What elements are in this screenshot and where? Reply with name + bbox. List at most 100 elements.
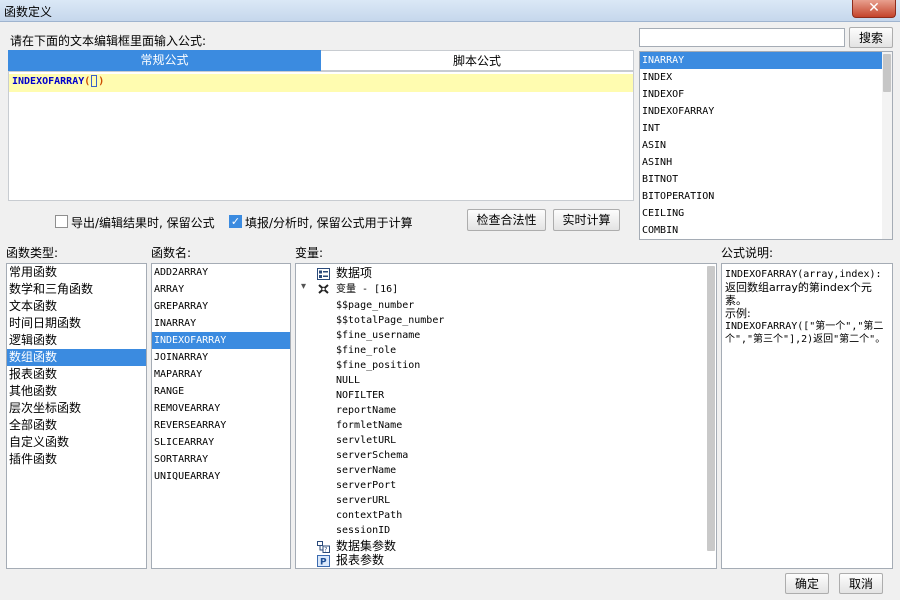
export-keep-label: 导出/编辑结果时, 保留公式 bbox=[71, 216, 215, 230]
function-name-item[interactable]: ARRAY bbox=[152, 281, 290, 298]
function-search-item[interactable]: BITNOT bbox=[640, 171, 892, 188]
category-item[interactable]: 常用函数 bbox=[7, 264, 146, 281]
function-name-item[interactable]: GREPARRAY bbox=[152, 298, 290, 315]
tab-script-formula[interactable]: 脚本公式 bbox=[321, 50, 634, 71]
tree-variable-item-label: serverSchema bbox=[336, 450, 409, 461]
function-name-item[interactable]: INARRAY bbox=[152, 315, 290, 332]
scrollbar-thumb[interactable] bbox=[707, 266, 715, 551]
tree-variable-item[interactable]: sessionID bbox=[336, 522, 390, 537]
function-search-item[interactable]: CEILING bbox=[640, 205, 892, 222]
tree-variable-item[interactable]: serverURL bbox=[336, 492, 390, 507]
fill-keep-checkbox[interactable]: ✓ bbox=[229, 215, 242, 228]
tree-variable-item-label: $fine_username bbox=[336, 330, 421, 341]
tree-variable-group[interactable]: 变量 - [16] bbox=[336, 281, 398, 296]
window-title: 函数定义 bbox=[4, 5, 53, 19]
tree-variable-item-label: NOFILTER bbox=[336, 390, 385, 401]
ok-button[interactable]: 确定 bbox=[785, 573, 829, 594]
tree-variable-item-label: serverName bbox=[336, 465, 397, 476]
tree-dataset-params[interactable]: 数据集参数 bbox=[336, 539, 396, 554]
category-item[interactable]: 自定义函数 bbox=[7, 434, 146, 451]
tree-variable-item-label: serverPort bbox=[336, 480, 397, 491]
tree-variable-item[interactable]: NOFILTER bbox=[336, 387, 384, 402]
function-name-list[interactable]: ADD2ARRAY ARRAY GREPARRAY INARRAY INDEXOFARR… bbox=[151, 263, 291, 569]
function-name-item[interactable]: MAPARRAY bbox=[152, 366, 290, 383]
tree-variable-item[interactable]: NULL bbox=[336, 372, 360, 387]
function-search-item[interactable]: INT bbox=[640, 120, 892, 137]
tree-variable-item[interactable]: formletName bbox=[336, 417, 402, 432]
category-item[interactable]: 插件函数 bbox=[7, 451, 146, 468]
function-name-item[interactable]: JOINARRAY bbox=[152, 349, 290, 366]
description-text: 返回数组array的第index个元素。 bbox=[725, 281, 872, 307]
function-name-item[interactable]: RANGE bbox=[152, 383, 290, 400]
category-item[interactable]: 数组函数 bbox=[7, 349, 146, 366]
tree-variable-item[interactable]: $fine_position bbox=[336, 357, 420, 372]
tree-data-item[interactable]: 数据项 bbox=[336, 266, 372, 281]
tree-variable-item[interactable]: $fine_role bbox=[336, 342, 396, 357]
tree-variable-item[interactable]: serverName bbox=[336, 462, 396, 477]
function-name-item[interactable]: INDEXOFARRAY bbox=[152, 332, 290, 349]
category-item[interactable]: 时间日期函数 bbox=[7, 315, 146, 332]
search-input[interactable] bbox=[639, 28, 845, 47]
data-item-icon bbox=[317, 268, 330, 280]
tree-report-params[interactable]: 报表参数 bbox=[336, 553, 384, 568]
function-search-item[interactable]: INDEXOF bbox=[640, 86, 892, 103]
tree-variable-item-label: servletURL bbox=[336, 435, 397, 446]
description-example-label: 示例: bbox=[725, 307, 751, 320]
tree-variable-item[interactable]: contextPath bbox=[336, 507, 402, 522]
svg-text:P: P bbox=[320, 558, 327, 568]
function-search-item[interactable]: ASIN bbox=[640, 137, 892, 154]
function-search-item[interactable]: ASINH bbox=[640, 154, 892, 171]
description-signature: INDEXOFARRAY(array,index): bbox=[725, 269, 882, 280]
tree-variable-item[interactable]: $fine_username bbox=[336, 327, 420, 342]
variable-group-icon bbox=[318, 284, 329, 294]
function-name-item[interactable]: SORTARRAY bbox=[152, 451, 290, 468]
category-header: 函数类型: bbox=[6, 246, 59, 260]
formula-description: INDEXOFARRAY(array,index): 返回数组array的第in… bbox=[721, 263, 893, 569]
category-item[interactable]: 文本函数 bbox=[7, 298, 146, 315]
category-item[interactable]: 其他函数 bbox=[7, 383, 146, 400]
category-item[interactable]: 逻辑函数 bbox=[7, 332, 146, 349]
tab-regular-formula[interactable]: 常规公式 bbox=[8, 50, 321, 71]
fill-keep-label: 填报/分析时, 保留公式用于计算 bbox=[245, 216, 413, 230]
tree-variable-item-label: $fine_role bbox=[336, 345, 397, 356]
function-search-item[interactable]: INARRAY bbox=[640, 52, 892, 69]
tree-variable-item[interactable]: serverPort bbox=[336, 477, 396, 492]
realtime-calc-button[interactable]: 实时计算 bbox=[553, 209, 620, 231]
category-item[interactable]: 数学和三角函数 bbox=[7, 281, 146, 298]
tree-variable-item[interactable]: servletURL bbox=[336, 432, 396, 447]
function-name-item[interactable]: UNIQUEARRAY bbox=[152, 468, 290, 485]
function-name-item[interactable]: SLICEARRAY bbox=[152, 434, 290, 451]
formula-open-paren: ( bbox=[84, 76, 91, 87]
tree-variable-item[interactable]: $$page_number bbox=[336, 297, 414, 312]
category-item[interactable]: 全部函数 bbox=[7, 417, 146, 434]
category-list[interactable]: 常用函数 数学和三角函数 文本函数 时间日期函数 逻辑函数 数组函数 报表函数 其他函数 层次坐… bbox=[6, 263, 147, 569]
function-name-item[interactable]: REVERSEARRAY bbox=[152, 417, 290, 434]
export-keep-checkbox[interactable] bbox=[55, 215, 68, 228]
function-search-item[interactable]: INDEXOFARRAY bbox=[640, 103, 892, 120]
category-item[interactable]: 层次坐标函数 bbox=[7, 400, 146, 417]
scrollbar-thumb[interactable] bbox=[883, 54, 891, 92]
variable-tree-scrollbar[interactable] bbox=[706, 264, 716, 568]
category-item[interactable]: 报表函数 bbox=[7, 366, 146, 383]
tree-variable-item[interactable]: serverSchema bbox=[336, 447, 408, 462]
expand-chevron-icon[interactable]: ▾ bbox=[301, 281, 306, 292]
function-search-item[interactable]: BITOPERATION bbox=[640, 188, 892, 205]
editor-instruction: 请在下面的文本编辑框里面输入公式: bbox=[10, 34, 207, 48]
function-header: 函数名: bbox=[151, 246, 192, 260]
function-search-item[interactable]: INDEX bbox=[640, 69, 892, 86]
function-name-item[interactable]: REMOVEARRAY bbox=[152, 400, 290, 417]
function-name-item[interactable]: ADD2ARRAY bbox=[152, 264, 290, 281]
function-search-scrollbar[interactable] bbox=[882, 52, 892, 239]
function-search-list[interactable]: INARRAY INDEX INDEXOF INDEXOFARRAY INT ASIN AS… bbox=[639, 51, 893, 240]
title-bar: 函数定义 ✕ bbox=[0, 0, 900, 22]
tree-variable-item[interactable]: reportName bbox=[336, 402, 396, 417]
tree-variable-item[interactable]: $$totalPage_number bbox=[336, 312, 444, 327]
search-button[interactable]: 搜索 bbox=[849, 27, 893, 48]
variable-tree[interactable]: 数据项 ▾ 变量 - [16] $$page_number $$totalPage_nu… bbox=[295, 263, 717, 569]
formula-editor[interactable]: INDEXOFARRAY() bbox=[8, 71, 634, 201]
function-search-item[interactable]: COMBIN bbox=[640, 222, 892, 239]
close-button[interactable]: ✕ bbox=[852, 0, 896, 18]
check-validity-button[interactable]: 检查合法性 bbox=[467, 209, 546, 231]
cancel-button[interactable]: 取消 bbox=[839, 573, 883, 594]
tree-variable-item-label: sessionID bbox=[336, 525, 391, 536]
